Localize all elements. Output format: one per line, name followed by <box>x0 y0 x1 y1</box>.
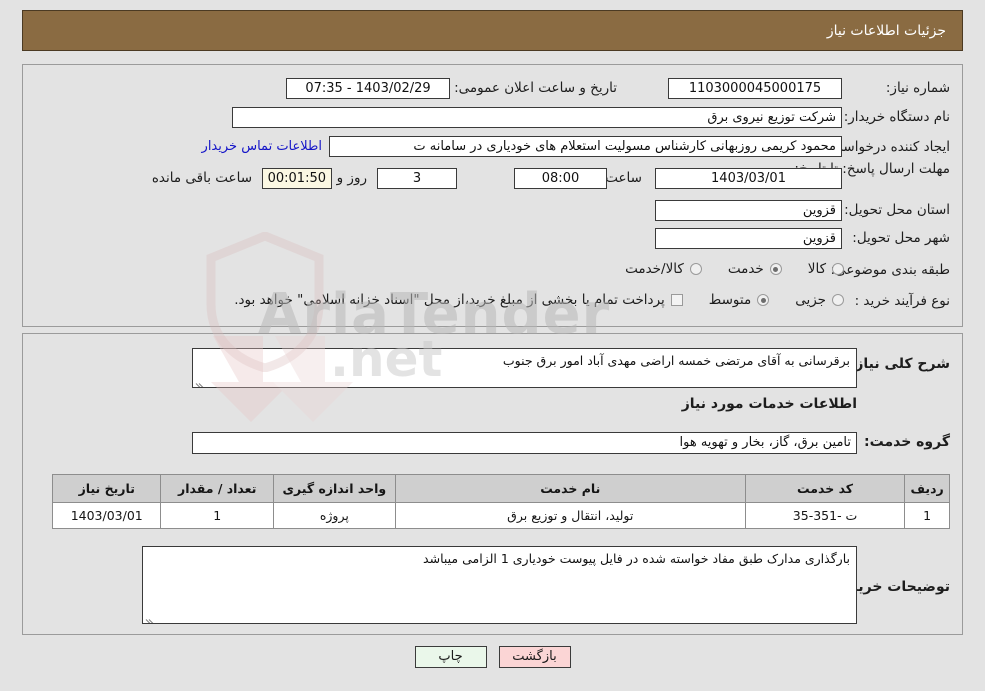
table-cell-unit: پروژه <box>273 502 396 529</box>
table-header-cell: ردیف <box>904 474 950 503</box>
buyer-notes-value: بارگذاری مدارک طبق مفاد خواسته شده در فا… <box>423 551 850 566</box>
description-value: برقرسانی به آقای مرتضی خمسه اراضی مهدی آ… <box>502 353 850 368</box>
table-cell-quantity: 1 <box>160 502 274 529</box>
buyer-org-field[interactable]: شرکت توزیع نیروی برق <box>232 107 842 128</box>
deadline-time-row: ساعت <box>605 170 642 186</box>
classification-option-label: خدمت <box>727 261 764 277</box>
radio-icon[interactable] <box>832 294 844 306</box>
treasury-bond-checkbox-label: پرداخت تمام یا بخشی از مبلغ خرید،از محل … <box>234 292 665 308</box>
classification-option-label: کالا/خدمت <box>625 261 684 277</box>
print-button[interactable]: چاپ <box>414 646 487 668</box>
public-announce-row: تاریخ و ساعت اعلان عمومی: <box>454 80 617 96</box>
table-header-row: ردیف کد خدمت نام خدمت واحد اندازه گیری ت… <box>51 474 950 503</box>
city-label: شهر محل تحویل: <box>852 230 950 246</box>
resize-handle-icon[interactable] <box>195 374 207 387</box>
need-number-label: شماره نیاز: <box>885 80 950 96</box>
services-heading-row: اطلاعات خدمات مورد نیاز <box>682 396 857 412</box>
table-header-cell: تاریخ نیاز <box>51 474 162 503</box>
remaining-time-row: ساعت باقی مانده <box>152 170 252 186</box>
classification-options: کالا خدمت کالا/خدمت <box>599 261 844 277</box>
classification-label: طبقه بندی موضوعی: <box>830 262 950 278</box>
remaining-time-field: 00:01:50 <box>262 168 332 189</box>
page-title-bar: جزئیات اطلاعات نیاز <box>22 10 963 51</box>
need-number-row: شماره نیاز: <box>886 80 950 96</box>
classification-row: طبقه بندی موضوعی: <box>831 262 950 278</box>
buyer-notes-textarea[interactable]: بارگذاری مدارک طبق مفاد خواسته شده در فا… <box>142 546 857 624</box>
remaining-days-label: روز و <box>336 170 367 186</box>
radio-selected-icon[interactable] <box>757 294 770 306</box>
deadline-date-field[interactable]: 1403/03/01 <box>655 168 842 189</box>
creator-label: ایجاد کننده درخواست: <box>825 139 950 155</box>
purchase-process-option-motevaset[interactable]: متوسط <box>708 292 770 308</box>
purchase-process-options: جزیی متوسط پرداخت تمام یا بخشی از مبلغ خ… <box>208 292 844 308</box>
details-panel: شرح کلی نیاز: برقرسانی به آقای مرتضی خمس… <box>22 333 963 635</box>
table-header-cell: واحد اندازه گیری <box>273 474 396 503</box>
purchase-process-option-label: جزیی <box>795 292 826 308</box>
services-table: ردیف کد خدمت نام خدمت واحد اندازه گیری ت… <box>51 474 950 529</box>
treasury-bond-checkbox-option[interactable]: پرداخت تمام یا بخشی از مبلغ خرید،از محل … <box>234 292 683 308</box>
services-heading: اطلاعات خدمات مورد نیاز <box>681 396 857 412</box>
city-field[interactable]: قزوین <box>655 228 842 249</box>
description-label: شرح کلی نیاز: <box>849 356 950 372</box>
need-number-field[interactable]: 1103000045000175 <box>668 78 842 99</box>
buyer-org-row: نام دستگاه خریدار: <box>844 109 950 125</box>
classification-option-khedmat[interactable]: خدمت <box>728 261 782 277</box>
province-row: استان محل تحویل: <box>844 202 950 218</box>
radio-selected-icon[interactable] <box>769 263 782 275</box>
page-title: جزئیات اطلاعات نیاز <box>826 22 946 39</box>
deadline-row: مهلت ارسال پاسخ: تا تاریخ: <box>794 161 950 178</box>
classification-option-label: کالا <box>807 261 826 277</box>
purchase-process-option-jozei[interactable]: جزیی <box>795 292 844 308</box>
remaining-time-label: ساعت باقی مانده <box>151 170 252 186</box>
back-button[interactable]: بازگشت <box>498 646 571 668</box>
radio-icon[interactable] <box>689 263 702 275</box>
province-label: استان محل تحویل: <box>844 202 950 218</box>
table-cell-need-date: 1403/03/01 <box>51 502 162 529</box>
purchase-process-label: نوع فرآیند خرید : <box>854 293 950 309</box>
table-header-cell: نام خدمت <box>394 474 746 503</box>
need-info-panel: شماره نیاز: 1103000045000175 تاریخ و ساع… <box>22 64 963 327</box>
province-field[interactable]: قزوین <box>655 200 842 221</box>
resize-handle-icon[interactable] <box>145 610 157 623</box>
service-group-label: گروه خدمت: <box>864 434 950 450</box>
buyer-org-label: نام دستگاه خریدار: <box>843 109 950 125</box>
description-row: شرح کلی نیاز: <box>850 356 950 372</box>
classification-option-kala-khedmat[interactable]: کالا/خدمت <box>625 261 702 277</box>
buyer-contact-row: اطلاعات تماس خریدار <box>202 139 322 154</box>
table-header-cell: کد خدمت <box>744 474 906 503</box>
table-header-cell: تعداد / مقدار <box>160 474 274 503</box>
table-cell-row-number: 1 <box>904 502 950 529</box>
remaining-days-row: روز و <box>337 170 367 186</box>
table-row: 1 ت -351-35 تولید، انتقال و توزیع برق پر… <box>51 502 950 529</box>
service-group-field[interactable]: تامین برق، گاز، بخار و تهویه هوا <box>192 432 857 454</box>
deadline-time-label: ساعت <box>605 170 642 186</box>
buyer-contact-link[interactable]: اطلاعات تماس خریدار <box>202 139 322 154</box>
service-group-row: گروه خدمت: <box>864 434 950 450</box>
table-cell-service-name: تولید، انتقال و توزیع برق <box>394 502 746 529</box>
table-cell-service-code: ت -351-35 <box>744 502 906 529</box>
purchase-process-option-label: متوسط <box>708 292 752 308</box>
creator-field[interactable]: محمود کریمی روزبهانی کارشناس مسولیت استع… <box>329 136 842 157</box>
description-textarea[interactable]: برقرسانی به آقای مرتضی خمسه اراضی مهدی آ… <box>192 348 857 388</box>
radio-icon[interactable] <box>832 263 844 275</box>
action-button-bar: بازگشت چاپ <box>0 646 985 668</box>
purchase-process-row: نوع فرآیند خرید : <box>855 293 950 309</box>
remaining-days-field[interactable]: 3 <box>377 168 457 189</box>
deadline-time-field[interactable]: 08:00 <box>514 168 607 189</box>
city-row: شهر محل تحویل: <box>852 230 950 246</box>
classification-option-kala[interactable]: کالا <box>808 261 844 277</box>
checkbox-icon[interactable] <box>670 294 683 306</box>
public-announce-label: تاریخ و ساعت اعلان عمومی: <box>454 80 617 96</box>
public-announce-field[interactable]: 1403/02/29 - 07:35 <box>286 78 450 99</box>
creator-row: ایجاد کننده درخواست: <box>826 139 950 155</box>
